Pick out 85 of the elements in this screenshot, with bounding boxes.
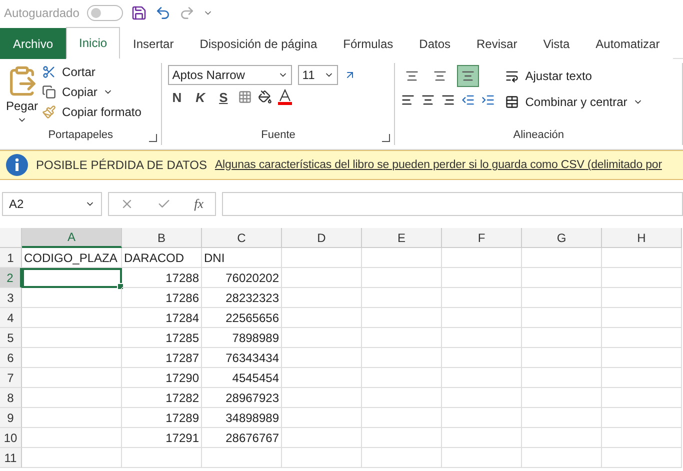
merge-icon[interactable]: [505, 95, 520, 109]
table-cell: 76343434: [202, 348, 282, 368]
table-cell: 76020202: [202, 268, 282, 288]
table-cell: 7898989: [202, 328, 282, 348]
table-cell: 17287: [122, 348, 202, 368]
row-header[interactable]: 6: [0, 348, 22, 368]
column-header[interactable]: A: [22, 228, 122, 248]
table-cell: 34898989: [202, 408, 282, 428]
copy-icon[interactable]: [42, 85, 56, 99]
group-label: Alineación: [512, 129, 566, 143]
align-right-icon[interactable]: [441, 93, 456, 107]
wrap-text-button[interactable]: Ajustar texto: [525, 69, 592, 83]
table-cell: 17284: [122, 308, 202, 328]
align-lines-icon: [405, 69, 420, 83]
info-title: POSIBLE PÉRDIDA DE DATOS: [36, 158, 207, 172]
row-header[interactable]: 2: [0, 268, 22, 288]
formula-field[interactable]: [222, 192, 683, 216]
row-header[interactable]: 9: [0, 408, 22, 428]
table-cell: 28967923: [202, 388, 282, 408]
table-cell: 17290: [122, 368, 202, 388]
fill-handle[interactable]: [117, 283, 124, 290]
table-cell: 28676767: [202, 428, 282, 448]
cut-button[interactable]: Cortar: [62, 65, 96, 79]
save-icon[interactable]: [131, 5, 148, 21]
row-header[interactable]: 10: [0, 428, 22, 448]
column-header[interactable]: D: [282, 228, 362, 248]
table-cell: 17286: [122, 288, 202, 308]
name-box[interactable]: A2: [2, 192, 102, 216]
undo-icon[interactable]: [155, 5, 172, 21]
bold-button[interactable]: N: [168, 90, 186, 104]
column-header[interactable]: C: [202, 228, 282, 248]
autosave-toggle[interactable]: [87, 5, 124, 21]
table-cell: DNI: [202, 248, 282, 268]
table-cell: CODIGO_PLAZA: [22, 248, 122, 268]
fill-color-icon[interactable]: [258, 90, 272, 104]
wrap-text-icon[interactable]: [505, 69, 520, 83]
ribbon-tab[interactable]: Inicio: [66, 27, 120, 59]
row-header[interactable]: 8: [0, 388, 22, 408]
vertical-align-button[interactable]: [457, 65, 480, 87]
italic-button[interactable]: K: [192, 90, 210, 104]
table-cell: 17285: [122, 328, 202, 348]
info-link[interactable]: Algunas características del libro se pueden perder si lo guarda como CSV (delimitado por: [214, 159, 662, 171]
column-header[interactable]: G: [522, 228, 602, 248]
merge-center-button[interactable]: Combinar y centrar: [525, 95, 628, 109]
table-cell: DARACOD: [122, 248, 202, 268]
table-cell: 22565656: [202, 308, 282, 328]
column-header[interactable]: F: [442, 228, 522, 248]
align-lines-icon: [461, 69, 476, 83]
align-left-icon[interactable]: [401, 93, 416, 107]
table-cell: 4545454: [202, 368, 282, 388]
file-tab[interactable]: Archivo: [0, 28, 66, 59]
copy-button[interactable]: Copiar: [62, 85, 98, 99]
autosave-label: Autoguardado: [4, 6, 80, 20]
font-name-field[interactable]: Aptos Narrow: [168, 65, 292, 85]
row-header[interactable]: 5: [0, 328, 22, 348]
table-cell: 17291: [122, 428, 202, 448]
align-lines-icon: [433, 69, 448, 83]
column-header[interactable]: H: [602, 228, 682, 248]
dialog-launcher-icon[interactable]: [382, 134, 390, 142]
borders-icon[interactable]: [238, 90, 252, 104]
info-icon: [6, 154, 28, 176]
table-cell: 17282: [122, 388, 202, 408]
row-header[interactable]: 4: [0, 308, 22, 328]
table-cell: 17289: [122, 408, 202, 428]
indent-decrease-icon[interactable]: [461, 93, 476, 107]
indent-increase-icon[interactable]: [481, 93, 496, 107]
format-painter-button[interactable]: Copiar formato: [62, 105, 142, 119]
font-size-field[interactable]: 11: [298, 65, 338, 85]
row-header[interactable]: 11: [0, 448, 22, 468]
row-header[interactable]: 7: [0, 368, 22, 388]
group-label: Portapapeles: [47, 129, 114, 143]
row-header[interactable]: 1: [0, 248, 22, 268]
table-cell: 17288: [122, 268, 202, 288]
insert-function-button[interactable]: fx: [194, 196, 204, 212]
dialog-launcher-icon[interactable]: [149, 134, 158, 142]
font-color-icon[interactable]: [278, 89, 292, 105]
underline-button[interactable]: S: [215, 90, 232, 104]
column-header[interactable]: E: [362, 228, 442, 248]
table-cell: 28232323: [202, 288, 282, 308]
group-label: Fuente: [260, 129, 296, 143]
align-center-icon[interactable]: [421, 93, 436, 107]
paste-button[interactable]: Pegar: [6, 99, 38, 113]
column-header[interactable]: B: [122, 228, 202, 248]
scissors-icon[interactable]: [42, 65, 56, 79]
row-header[interactable]: 3: [0, 288, 22, 308]
